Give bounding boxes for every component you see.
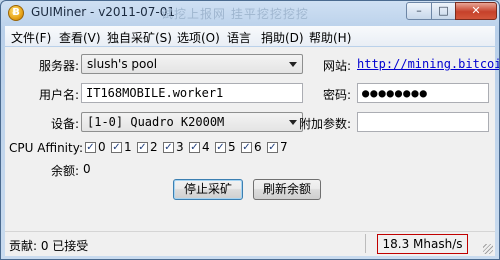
balance-value: 0 <box>83 162 91 176</box>
server-label: 服务器: <box>38 59 79 73</box>
affinity-checkbox-0[interactable]: ✓ <box>85 142 96 153</box>
username-input[interactable]: IT168MOBILE.worker1 <box>81 83 303 103</box>
affinity-label-3: 3 <box>176 140 184 154</box>
affinity-label-4: 4 <box>202 140 210 154</box>
menu-solo-mining[interactable]: 独自采矿(S) <box>107 29 172 46</box>
extra-params-label: 附加参数: <box>298 117 351 131</box>
cpu-affinity-label: CPU Affinity: <box>9 141 83 155</box>
affinity-checkbox-1[interactable]: ✓ <box>111 142 122 153</box>
chevron-down-icon <box>289 120 297 125</box>
maximize-button[interactable]: □ <box>431 2 456 20</box>
chevron-down-icon <box>289 62 297 67</box>
device-value: [1-0] Quadro K2000M <box>87 115 225 129</box>
menu-bar: 文件(F) 查看(V) 独自采矿(S) 选项(O) 语言 捐助(D) 帮助(H) <box>5 26 495 46</box>
server-value: slush's pool <box>87 57 158 71</box>
minimize-button[interactable]: – <box>406 2 432 20</box>
title-ghost-text: 试挖上报网 挂平挖挖挖挖 <box>161 7 309 21</box>
affinity-checkbox-2[interactable]: ✓ <box>137 142 148 153</box>
username-label: 用户名: <box>38 88 79 102</box>
status-bar: 贡献: 0 已接受 18.3 Mhash/s <box>5 231 495 256</box>
app-window: Ƀ GUIMiner - v2011-07-01 试挖上报网 挂平挖挖挖挖 – … <box>0 0 500 260</box>
close-button[interactable]: ✕ <box>455 2 497 20</box>
affinity-label-5: 5 <box>228 140 236 154</box>
affinity-checkbox-5[interactable]: ✓ <box>215 142 226 153</box>
menu-options[interactable]: 选项(O) <box>177 29 220 46</box>
password-label: 密码: <box>322 88 351 102</box>
accepted-shares-status: 贡献: 0 已接受 <box>9 239 89 253</box>
affinity-checkbox-6[interactable]: ✓ <box>241 142 252 153</box>
status-divider <box>365 234 366 253</box>
menu-view[interactable]: 查看(V) <box>59 29 101 46</box>
affinity-checkbox-4[interactable]: ✓ <box>189 142 200 153</box>
balance-label: 余额: <box>50 164 79 178</box>
affinity-label-7: 7 <box>280 140 288 154</box>
affinity-label-1: 1 <box>124 140 132 154</box>
password-input[interactable]: ●●●●●●●● <box>357 83 489 103</box>
menu-help[interactable]: 帮助(H) <box>309 29 351 46</box>
affinity-checkbox-7[interactable]: ✓ <box>267 142 278 153</box>
menu-language[interactable]: 语言 <box>227 29 251 46</box>
website-label: 网站: <box>322 59 351 73</box>
window-title: GUIMiner - v2011-07-01 <box>31 5 176 19</box>
hashrate-status: 18.3 Mhash/s <box>377 234 468 254</box>
server-dropdown[interactable]: slush's pool <box>81 54 303 74</box>
affinity-label-0: 0 <box>98 140 106 154</box>
affinity-label-6: 6 <box>254 140 262 154</box>
stop-mining-button[interactable]: 停止采矿 <box>173 179 243 200</box>
affinity-label-2: 2 <box>150 140 158 154</box>
device-dropdown[interactable]: [1-0] Quadro K2000M <box>81 112 303 132</box>
bitcoin-app-icon: Ƀ <box>8 5 24 21</box>
resize-grip-icon[interactable] <box>483 244 493 254</box>
menu-file[interactable]: 文件(F) <box>11 29 51 46</box>
extra-params-input[interactable] <box>357 112 489 132</box>
device-label: 设备: <box>50 117 79 131</box>
miner-panel: 服务器: slush's pool 网站: http://mining.bitc… <box>5 47 499 231</box>
menu-donate[interactable]: 捐助(D) <box>261 29 304 46</box>
website-link[interactable]: http://mining.bitcoin.cz <box>357 57 499 71</box>
refresh-balance-button[interactable]: 刷新余额 <box>253 179 321 200</box>
affinity-checkbox-3[interactable]: ✓ <box>163 142 174 153</box>
title-bar[interactable]: Ƀ GUIMiner - v2011-07-01 试挖上报网 挂平挖挖挖挖 – … <box>1 1 499 25</box>
